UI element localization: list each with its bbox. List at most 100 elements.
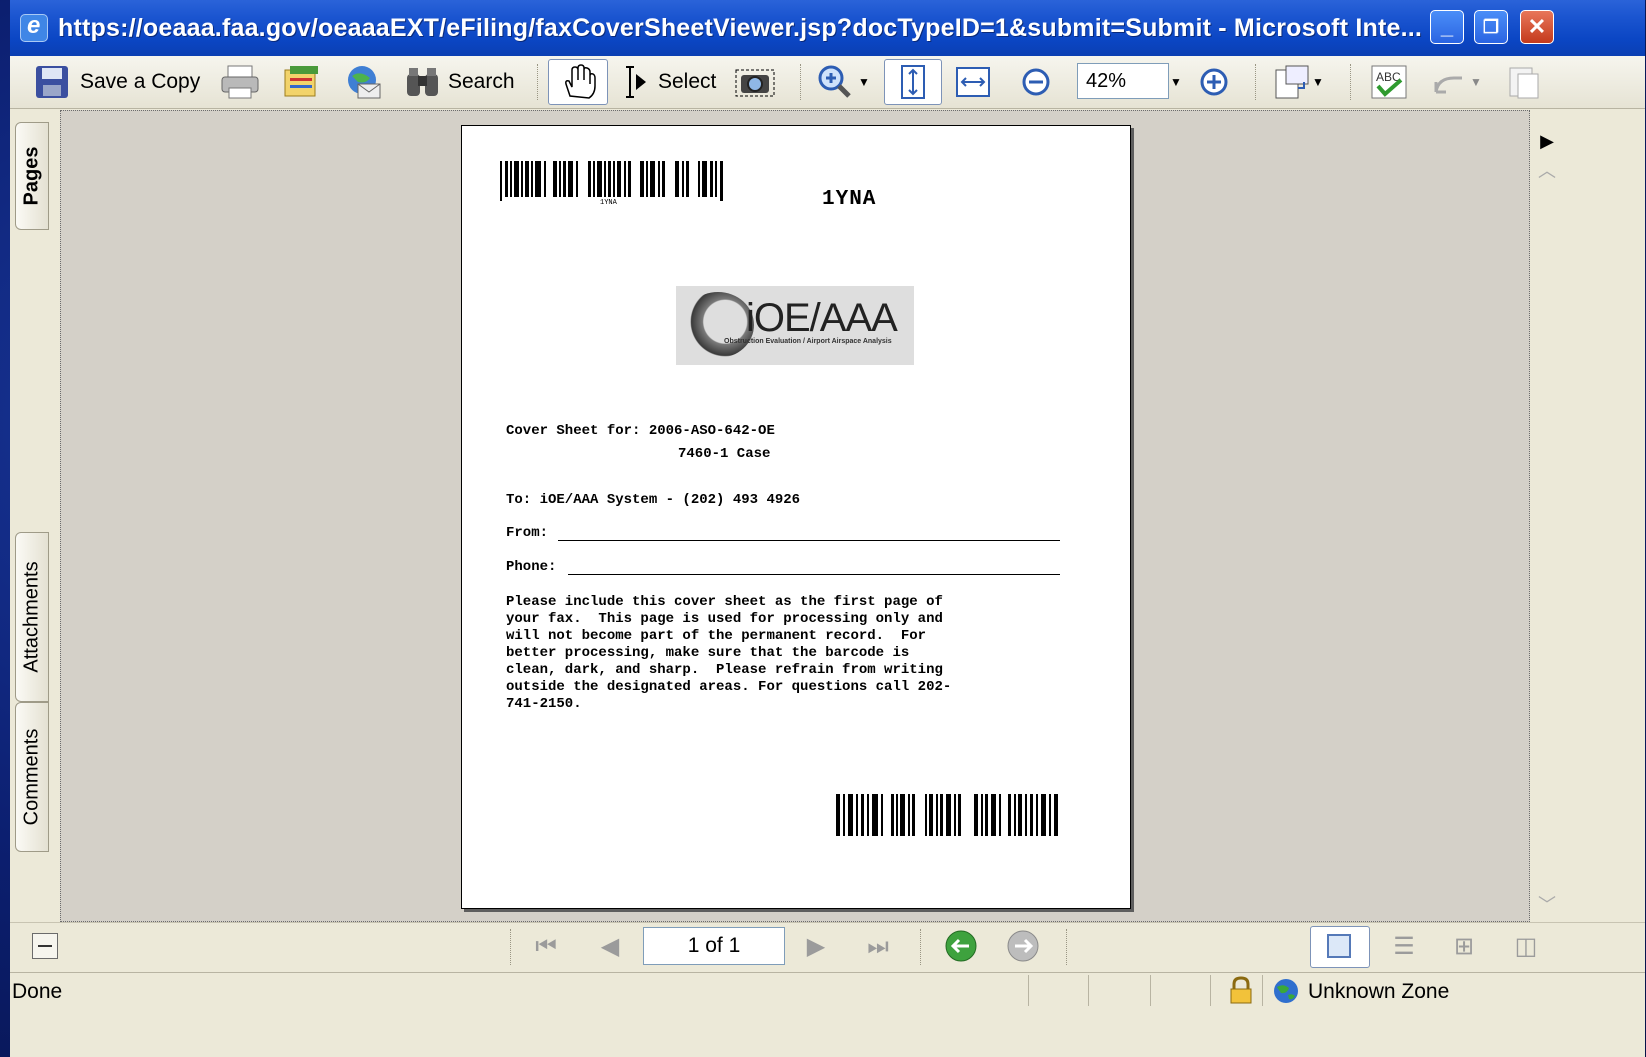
fit-width-button[interactable] <box>955 62 991 102</box>
reader-toolbar: Save a Copy Search Select ▼ 42% ▼ ▼ ABC … <box>10 56 1645 109</box>
barcode-small-label: 1YNA <box>600 199 617 207</box>
instructions-text: Please include this cover sheet as the f… <box>506 594 952 712</box>
toolbar-separator <box>800 64 803 100</box>
security-zone-label: Unknown Zone <box>1308 980 1450 1003</box>
case-type: 7460-1 Case <box>678 446 771 462</box>
hand-tool-button[interactable] <box>548 59 608 105</box>
restore-button[interactable]: ❐ <box>1474 10 1508 44</box>
undo-button: ▼ <box>1430 62 1482 102</box>
options-triangle-icon[interactable]: ▶ <box>1534 128 1560 154</box>
clipboard-button <box>1506 62 1542 102</box>
minimize-icon: _ <box>1440 14 1454 39</box>
phone-label: Phone: <box>506 559 557 575</box>
fit-width-icon <box>956 67 990 97</box>
zoom-in-icon <box>1200 68 1228 96</box>
toolbar-separator <box>1350 64 1353 100</box>
rotate-dropdown-icon[interactable]: ▼ <box>1312 75 1324 89</box>
last-page-icon[interactable]: ⏭ <box>860 929 896 965</box>
continuous-layout-icon[interactable]: ☰ <box>1386 929 1422 965</box>
hide-navigation-pane-button[interactable] <box>32 933 58 959</box>
previous-page-icon[interactable]: ◀ <box>592 929 628 965</box>
tab-comments[interactable]: Comments <box>15 702 49 852</box>
scroll-up-icon[interactable]: ︿ <box>1534 158 1560 184</box>
page-navigation-bar: ⏮ ◀ 1 of 1 ▶ ⏭ ☰ ⊞ ◫ <box>10 922 1645 971</box>
single-page-layout-button[interactable] <box>1310 926 1370 968</box>
from-label: From: <box>506 525 549 541</box>
page-number-input[interactable]: 1 of 1 <box>643 927 785 965</box>
logo-subtext: Obstruction Evaluation / Airport Airspac… <box>724 338 892 345</box>
zoom-level-dropdown-icon[interactable]: ▼ <box>1170 62 1182 102</box>
search-label: Search <box>448 70 515 93</box>
status-divider <box>1028 975 1029 1006</box>
title-bar: https://oeaaa.faa.gov/oeaaaEXT/eFiling/f… <box>10 0 1645 56</box>
ioe-aaa-logo: iOE/AAA Obstruction Evaluation / Airport… <box>676 286 914 365</box>
zoom-in-tool-button[interactable]: ▼ <box>816 62 870 102</box>
toolbar-separator <box>1255 64 1258 100</box>
single-page-icon <box>1327 934 1351 958</box>
continuous-facing-layout-icon[interactable]: ⊞ <box>1446 929 1482 965</box>
scroll-down-icon[interactable]: ﹀ <box>1534 892 1560 918</box>
undo-dropdown-icon: ▼ <box>1470 75 1482 89</box>
fit-page-button[interactable] <box>884 59 942 105</box>
tab-attachments-label: Attachments <box>20 561 43 673</box>
next-view-button[interactable] <box>1005 929 1041 965</box>
floppy-disk-icon <box>36 66 68 98</box>
tab-pages[interactable]: Pages <box>15 122 49 230</box>
hand-icon <box>565 64 596 99</box>
organizer-button[interactable] <box>282 62 322 102</box>
zoom-in-magnifier-icon <box>818 65 851 98</box>
forward-arrow-icon <box>1007 930 1039 962</box>
spell-check-button[interactable]: ABC <box>1370 62 1410 102</box>
zoom-out-button[interactable] <box>1018 62 1054 102</box>
search-button[interactable]: Search <box>404 62 515 102</box>
zoom-level-input[interactable]: 42% <box>1077 63 1169 99</box>
tab-attachments[interactable]: Attachments <box>15 532 49 702</box>
tab-comments-label: Comments <box>20 728 43 826</box>
email-button[interactable] <box>344 62 384 102</box>
logo-text: iOE/AAA <box>746 296 898 340</box>
ioe-aaa-logo-swoosh <box>682 292 754 358</box>
organizer-icon <box>284 66 318 97</box>
navbar-separator <box>920 929 923 965</box>
toolbar-separator <box>537 64 540 100</box>
minimize-button[interactable]: _ <box>1430 10 1464 44</box>
binoculars-icon <box>407 68 438 96</box>
save-copy-label: Save a Copy <box>80 70 201 93</box>
close-button[interactable]: ✕ <box>1520 10 1554 44</box>
fit-page-icon <box>901 65 925 99</box>
rotate-pages-icon <box>1275 65 1309 99</box>
phone-underline <box>568 574 1060 575</box>
vertical-scrollbar[interactable]: ▶ ︿ ﹀ <box>1530 110 1564 922</box>
from-underline <box>558 540 1060 541</box>
snapshot-button[interactable] <box>735 62 775 102</box>
padlock-icon <box>1230 976 1252 1004</box>
status-text: Done <box>12 980 63 1003</box>
spell-check-icon: ABC <box>1371 65 1407 99</box>
printer-icon <box>221 65 259 99</box>
barcode-code-label: 1YNA <box>822 188 877 211</box>
navigation-pane: Pages Attachments Comments <box>10 110 61 922</box>
undo-arrow-icon <box>1434 76 1462 94</box>
zoom-dropdown-arrow-icon[interactable]: ▼ <box>858 75 870 89</box>
browser-window: https://oeaaa.faa.gov/oeaaaEXT/eFiling/f… <box>10 0 1645 1057</box>
rotate-view-button[interactable]: ▼ <box>1272 62 1324 102</box>
restore-icon: ❐ <box>1482 17 1500 37</box>
facing-layout-icon[interactable]: ◫ <box>1508 929 1544 965</box>
zoom-in-button[interactable] <box>1196 62 1232 102</box>
status-divider <box>1088 975 1089 1006</box>
to-line: To: iOE/AAA System - (202) 493 4926 <box>506 492 801 508</box>
next-page-icon[interactable]: ▶ <box>798 929 834 965</box>
first-page-icon[interactable]: ⏮ <box>528 929 564 965</box>
cover-sheet-for: Cover Sheet for: 2006-ASO-642-OE <box>506 423 775 439</box>
zoom-out-icon <box>1022 68 1050 96</box>
collapse-icon <box>38 945 52 947</box>
previous-view-button[interactable] <box>943 929 979 965</box>
select-tool-button[interactable]: Select <box>616 62 716 102</box>
globe-zone-icon <box>1274 979 1298 1003</box>
save-copy-button[interactable]: Save a Copy <box>34 62 200 102</box>
status-bar: Done Unknown Zone <box>10 972 1645 1008</box>
clipboard-icon <box>1509 67 1539 99</box>
select-label: Select <box>658 70 717 93</box>
navbar-separator <box>510 929 513 965</box>
print-button[interactable] <box>220 62 260 102</box>
